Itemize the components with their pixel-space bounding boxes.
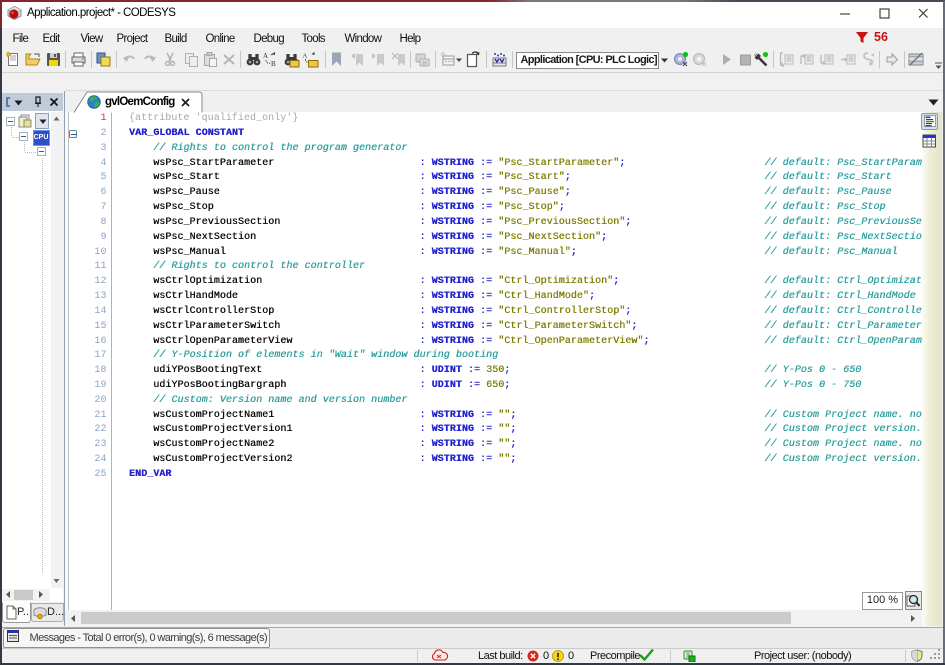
svg-text:A: A — [263, 52, 268, 60]
svg-text:B: B — [271, 60, 276, 68]
svg-text:A: A — [303, 53, 308, 60]
